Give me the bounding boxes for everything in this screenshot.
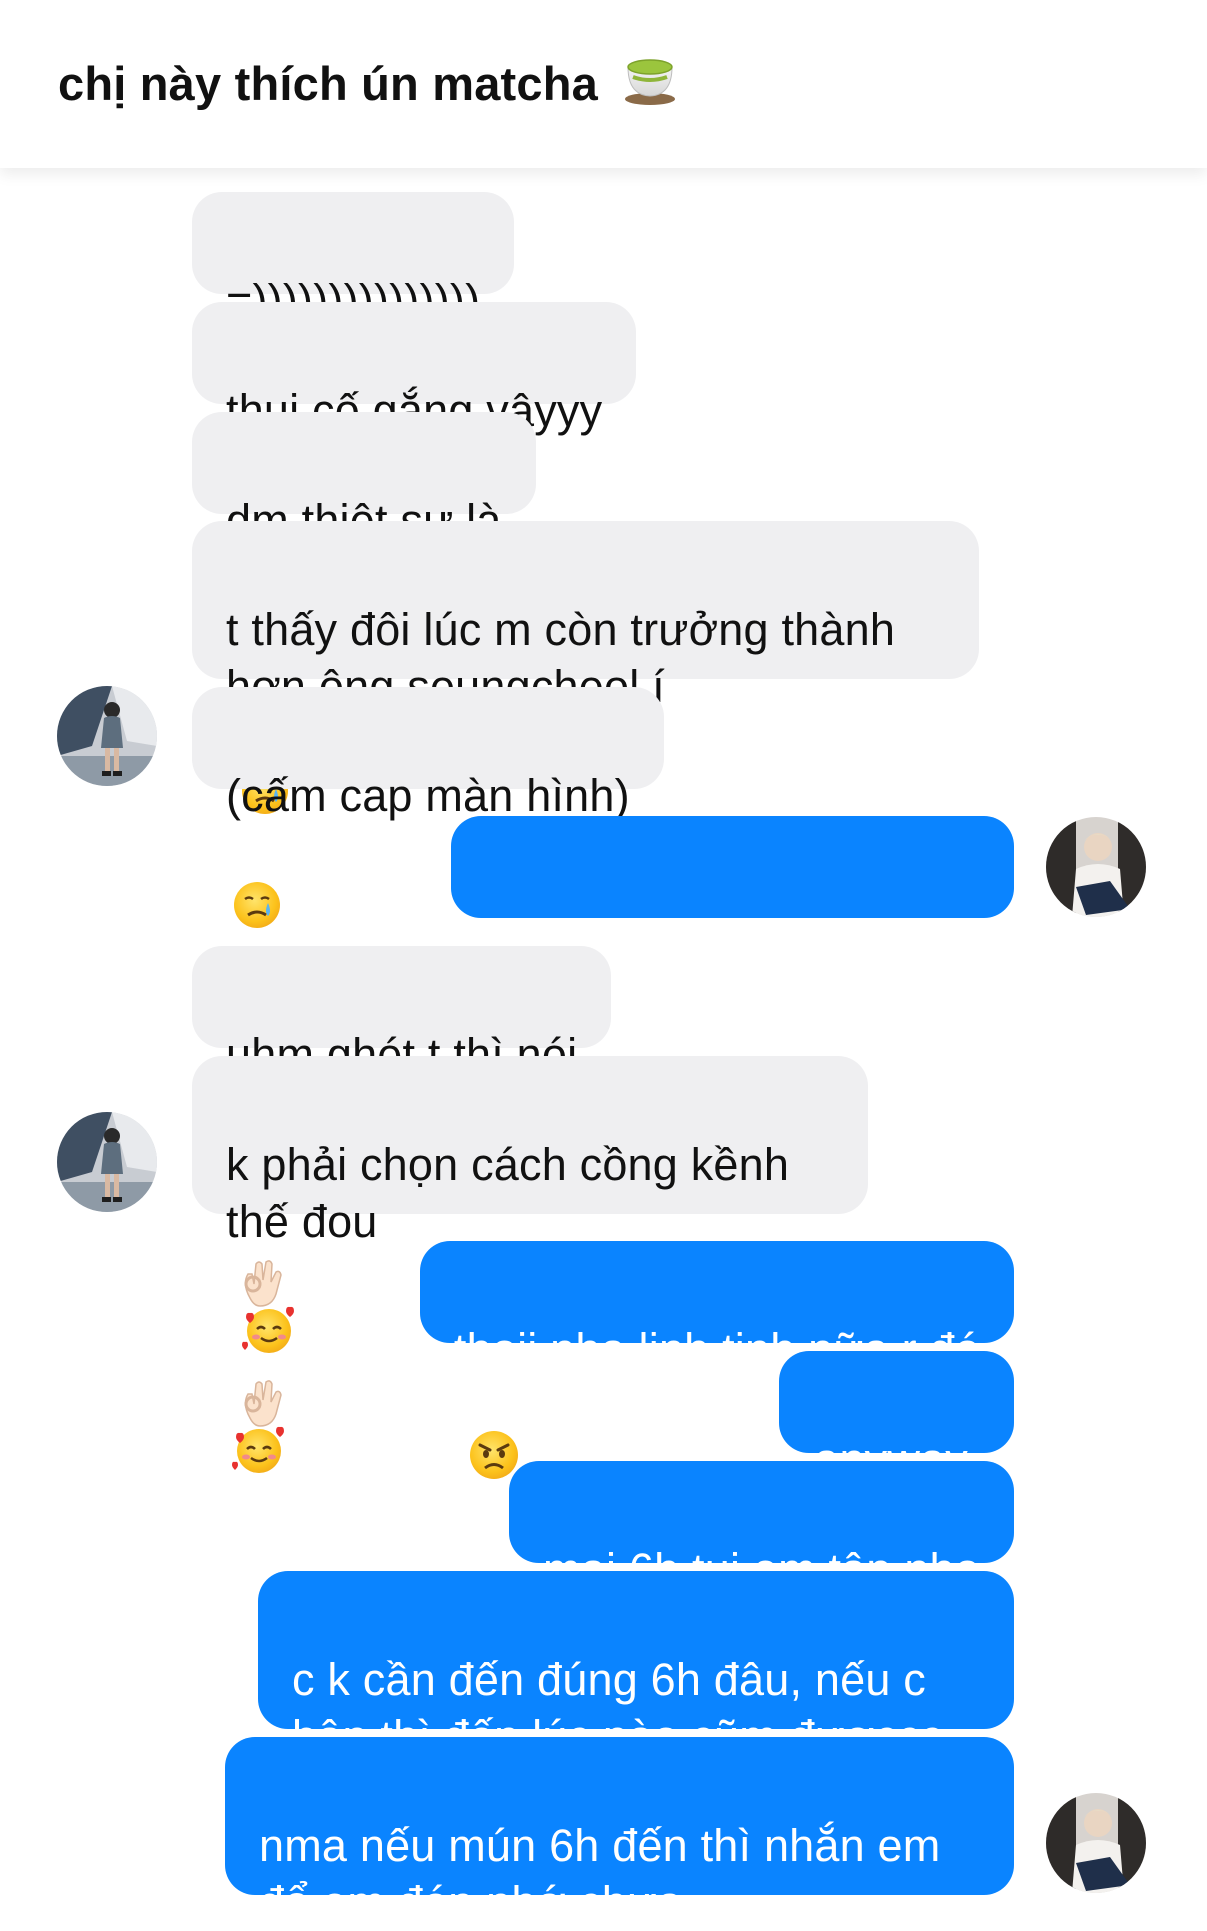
my-avatar-image (1046, 1793, 1146, 1893)
smiling-face-with-hearts-emoji-icon (240, 1244, 298, 1370)
my-avatar[interactable] (1046, 1793, 1146, 1893)
message-bubble-outgoing[interactable]: anyway (779, 1351, 1014, 1485)
crying-face-emoji-icon (232, 823, 282, 943)
message-text: (cấm cap màn hình) (226, 770, 630, 821)
contact-avatar[interactable] (57, 686, 157, 786)
contact-avatar-image (57, 1112, 157, 1212)
chat-header: chị này thích ún matcha (0, 0, 1207, 168)
message-bubble-outgoing[interactable]: c k cần đến đúng 6h đâu, nếu c bận thì đ… (258, 1571, 1014, 1762)
my-avatar-image (1046, 817, 1146, 917)
message-bubble-outgoing[interactable]: nma nếu mún 6h đến thì nhắn em để em đón… (225, 1737, 1014, 1928)
message-bubble-outgoing[interactable]: ủa jz đang tính cap lun á (450, 816, 1014, 1182)
message-bubble-outgoing[interactable]: mai 6h tụi em tập nho (509, 1461, 1014, 1595)
message-bubble-incoming[interactable]: t thấy đôi lúc m còn trưởng thành hơn ôn… (192, 521, 979, 928)
message-bubble-incoming[interactable]: k phải chọn cách cồng kềnh thế đou (192, 1056, 868, 1473)
message-bubble-incoming[interactable]: uhm ghét t thì nói (192, 946, 612, 1427)
chat-title-text: chị này thích ún matcha (58, 57, 598, 110)
chat-title[interactable]: chị này thích ún matcha (58, 56, 679, 118)
message-text: k phải chọn cách cồng kềnh thế đou (226, 1139, 790, 1247)
message-bubble-incoming[interactable]: (cấm cap màn hình) (192, 687, 664, 821)
my-avatar[interactable] (1046, 817, 1146, 917)
message-bubble-outgoing[interactable]: thoii nha linh tinh nữa r đó (419, 1241, 1014, 1479)
message-text: nma nếu mún 6h đến thì nhắn em để em đón… (259, 1820, 941, 1928)
smiling-face-with-hearts-emoji-icon (230, 1364, 288, 1490)
message-bubble-incoming[interactable]: thui cố gắng vậyyy (192, 302, 637, 436)
matcha-tea-icon (621, 49, 679, 118)
message-bubble-incoming[interactable]: =))))))))))))))) (192, 192, 515, 326)
contact-avatar-image (57, 686, 157, 786)
message-bubble-incoming[interactable]: dm thiệt sự là (192, 412, 536, 546)
contact-avatar[interactable] (57, 1112, 157, 1212)
